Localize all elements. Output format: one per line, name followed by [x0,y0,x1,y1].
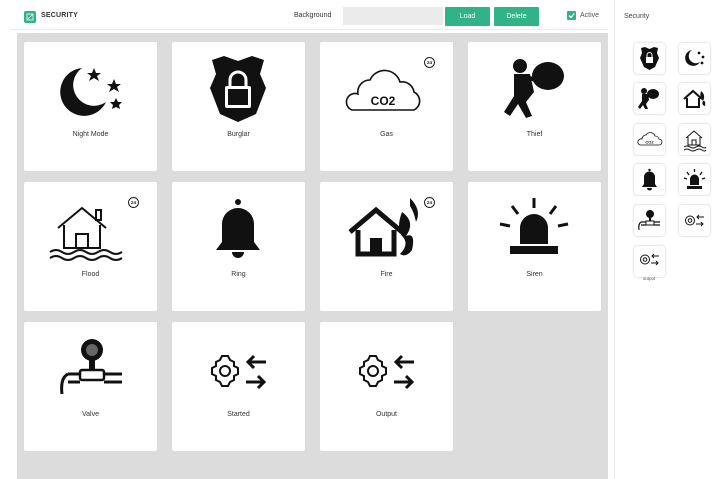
24h-badge-icon: 24 [424,197,435,208]
tile-night-mode[interactable]: Night Mode [24,42,157,171]
valve-icon [60,339,122,395]
tile-label: Thief [526,131,543,138]
svg-text:CO2: CO2 [371,94,396,108]
background-label: Background [294,12,332,19]
thumb-output[interactable] [634,246,665,277]
thumb-started[interactable] [679,205,710,236]
tile-label: Burglar [227,131,250,138]
thumb-output-label: output [642,276,656,281]
tile-label: Flood [81,271,100,278]
tile-thief[interactable]: Thief [468,42,601,171]
thumb-burglar[interactable] [634,43,665,74]
bell-icon [216,199,260,258]
tile-label: Started [227,411,250,418]
gear-arrows-icon [211,354,267,390]
burglar-shield-icon [640,47,659,70]
app-logo-icon [24,11,36,23]
thumb-gas[interactable]: CO2 [634,124,665,155]
flood-house-icon [683,130,707,152]
gear-arrows-icon [359,354,415,390]
tile-started[interactable]: Started [172,322,305,451]
night-mode-icon [60,68,122,116]
active-label: Active [580,12,600,19]
thumb-siren[interactable] [679,164,710,195]
thumb-thief[interactable] [634,83,665,114]
scene-grid: Night Mode Burglar CO2 24 Gas Thief 24 F… [17,33,608,479]
panel-title: Security [624,13,650,20]
tile-burglar[interactable]: Burglar [172,42,305,171]
night-mode-icon [685,50,705,66]
24h-badge-icon: 24 [128,197,139,208]
load-button[interactable]: Load [445,7,490,26]
security-app: SECURITY Background Load Delete Active N… [0,0,717,479]
siren-icon [499,198,569,254]
fire-house-icon [683,89,706,108]
thumb-flood[interactable] [679,124,710,155]
bell-icon [642,168,657,191]
tile-label: Valve [82,411,99,418]
tile-label: Gas [380,131,393,138]
tile-siren[interactable]: Siren [468,182,601,311]
tile-label: Fire [380,271,393,278]
24h-badge-icon: 24 [424,57,435,68]
panel-divider [614,0,615,479]
burglar-shield-icon [210,56,266,122]
tile-label: Ring [231,271,246,278]
tile-ring[interactable]: Ring [172,182,305,311]
toolbar: SECURITY Background Load Delete Active [10,4,607,30]
active-checkbox[interactable] [567,11,576,20]
background-input[interactable] [343,7,443,25]
thumb-fire[interactable] [679,83,710,114]
tile-flood[interactable]: 24 Flood [24,182,157,311]
tile-label: Night Mode [72,131,109,138]
svg-text:CO2: CO2 [645,140,654,145]
thumb-valve[interactable] [634,205,665,236]
valve-icon [638,210,660,231]
siren-icon [683,169,706,189]
tile-label: Output [375,411,397,418]
gear-arrows-icon [685,214,704,227]
tile-fire[interactable]: 24 Fire [320,182,453,311]
thumb-night-mode[interactable] [679,43,710,74]
tile-gas[interactable]: CO2 24 Gas [320,42,453,171]
page-title: SECURITY [41,12,78,19]
tile-valve[interactable]: Valve [24,322,157,451]
delete-button[interactable]: Delete [494,7,539,26]
tile-output[interactable]: Output [320,322,453,451]
thief-icon [504,59,564,118]
gear-arrows-icon [640,253,659,266]
thief-icon [638,88,659,109]
tile-label: Siren [526,271,543,278]
thumb-ring[interactable] [634,164,665,195]
co2-cloud-icon: CO2 [637,132,663,146]
